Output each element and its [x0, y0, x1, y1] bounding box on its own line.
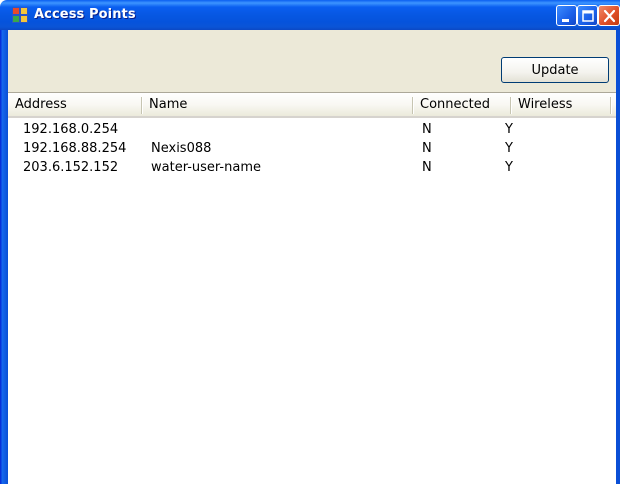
cell-connected: N	[422, 122, 432, 137]
cell-wireless: Y	[505, 160, 513, 175]
maximize-button[interactable]	[577, 5, 598, 26]
toolbar: Update	[8, 30, 616, 93]
column-header-address[interactable]: Address	[8, 93, 142, 116]
minimize-icon	[562, 19, 569, 22]
cell-wireless: Y	[505, 141, 513, 156]
cell-name: water-user-name	[151, 160, 261, 175]
cell-connected: N	[422, 160, 432, 175]
column-header-wireless[interactable]: Wireless	[511, 93, 611, 116]
window-frame-right	[616, 30, 620, 484]
minimize-button[interactable]	[556, 5, 577, 26]
list-row[interactable]: 203.6.152.152 water-user-name N Y	[8, 158, 616, 177]
maximize-icon	[582, 10, 594, 22]
column-header-name[interactable]: Name	[142, 93, 412, 116]
list-rows: 192.168.0.254 N Y 192.168.88.254 Nexis08…	[8, 120, 616, 177]
title-bar[interactable]: Access Points	[0, 0, 620, 30]
list-header: Address Name Connected Wireless	[8, 93, 616, 118]
access-points-list[interactable]: Address Name Connected Wireless 192.168.…	[8, 93, 616, 484]
cell-address: 192.168.0.254	[23, 122, 119, 137]
access-points-window: Access Points Update Address Name Connec…	[0, 0, 620, 484]
cell-address: 203.6.152.152	[23, 160, 119, 175]
list-row[interactable]: 192.168.0.254 N Y	[8, 120, 616, 139]
update-button[interactable]: Update	[501, 57, 609, 83]
column-header-connected[interactable]: Connected	[413, 93, 511, 116]
app-icon	[12, 7, 28, 23]
window-frame-left	[0, 30, 8, 484]
close-button[interactable]	[598, 5, 620, 26]
cell-address: 192.168.88.254	[23, 141, 127, 156]
list-row[interactable]: 192.168.88.254 Nexis088 N Y	[8, 139, 616, 158]
column-divider[interactable]	[610, 97, 611, 114]
cell-name: Nexis088	[151, 141, 212, 156]
cell-wireless: Y	[505, 122, 513, 137]
close-icon	[603, 9, 616, 23]
window-title: Access Points	[34, 7, 136, 22]
cell-connected: N	[422, 141, 432, 156]
